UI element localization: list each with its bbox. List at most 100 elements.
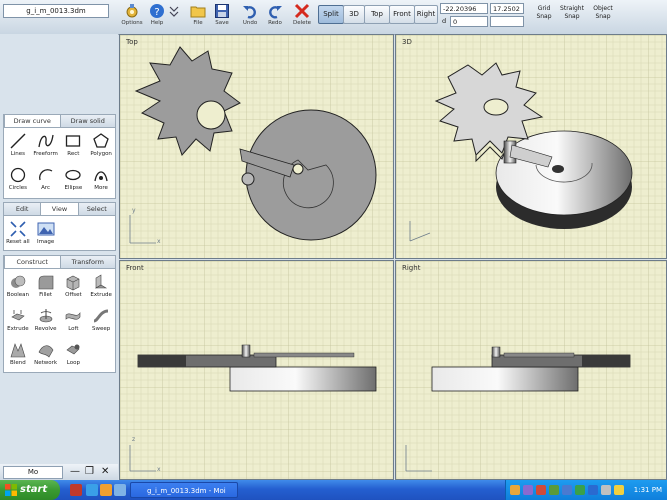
offset-icon [67, 275, 80, 291]
grid-snap-toggle[interactable]: Grid Snap [532, 5, 556, 21]
restore-icon[interactable]: ❐ [85, 465, 94, 478]
view-front-button[interactable]: Front [389, 5, 415, 24]
delete-label: Delete [292, 20, 312, 26]
coord-d-field[interactable] [490, 16, 524, 27]
revolve-tool[interactable]: Revolve [32, 303, 60, 337]
extrude-face-label: Extrude [90, 292, 112, 298]
blend-icon [10, 343, 26, 358]
view-top-button[interactable]: Top [364, 5, 390, 24]
undo-button[interactable]: Undo [238, 2, 262, 32]
options-icon [126, 4, 138, 18]
right-view-canvas [396, 261, 666, 479]
volume-icon[interactable] [614, 485, 624, 495]
view-tabs: Edit View Select [4, 203, 115, 216]
freeform-tool[interactable]: Freeform [32, 128, 60, 162]
folder-icon [190, 6, 206, 18]
straight-snap-toggle[interactable]: Straight Snap [557, 5, 587, 21]
reset-all-icon [10, 221, 26, 237]
tab-draw-curve[interactable]: Draw curve [4, 115, 61, 127]
arc-tool[interactable]: Arc [32, 162, 60, 196]
tray-icon[interactable] [549, 485, 559, 495]
viewport-3d[interactable]: 3D [395, 34, 667, 259]
start-button[interactable]: start [0, 480, 60, 500]
extrude-face-icon [95, 274, 108, 289]
tray-icon[interactable] [601, 485, 611, 495]
coord-z-field[interactable]: 17.2502 [490, 3, 524, 14]
draw-palette: Draw curve Draw solid Lines Freeform Rec… [3, 114, 116, 199]
quicklaunch-desktop-icon[interactable] [114, 484, 126, 496]
viewport-front-label: Front [126, 264, 144, 272]
options-button[interactable]: Options [120, 2, 144, 32]
tray-icon[interactable] [588, 485, 598, 495]
more-tool[interactable]: More [87, 162, 115, 196]
tab-view[interactable]: View [40, 203, 79, 215]
fillet-tool[interactable]: Fillet [32, 269, 60, 303]
fillet-label: Fillet [39, 292, 53, 298]
rect-label: Rect [67, 151, 80, 157]
tray-icon[interactable] [575, 485, 585, 495]
rect-tool[interactable]: Rect [60, 128, 88, 162]
grid-snap-top: Grid [537, 5, 551, 12]
blend-tool[interactable]: Blend [4, 337, 32, 371]
tray-icon[interactable] [536, 485, 546, 495]
quicklaunch-app-icon[interactable] [70, 484, 82, 496]
view-right-button[interactable]: Right [414, 5, 438, 24]
network-tool[interactable]: Network [32, 337, 60, 371]
view-3d-button[interactable]: 3D [343, 5, 365, 24]
minimize-icon[interactable]: — [70, 465, 80, 478]
coord-y-field[interactable]: 0 [450, 16, 488, 27]
tab-construct[interactable]: Construct [4, 256, 61, 268]
clock[interactable]: 1:31 PM [634, 480, 662, 500]
viewport-front[interactable]: Front z x [119, 260, 394, 480]
file-button[interactable]: File [186, 2, 210, 32]
minimized-panel: Mo — ❐ ✕ [0, 464, 118, 480]
tray-icon[interactable] [562, 485, 572, 495]
loft-tool[interactable]: Loft [60, 303, 88, 337]
viewport-top[interactable]: Top y x [119, 34, 394, 259]
view-split-button[interactable]: Split [318, 5, 344, 24]
tab-draw-solid[interactable]: Draw solid [61, 115, 116, 127]
sweep-label: Sweep [92, 326, 111, 332]
file-name-field[interactable]: g_i_m_0013.3dm [3, 4, 109, 18]
save-button[interactable]: Save [210, 2, 234, 32]
reset-all-tool[interactable]: Reset all [4, 216, 32, 250]
offset-tool[interactable]: Offset [60, 269, 88, 303]
quicklaunch-browser-icon[interactable] [86, 484, 98, 496]
coord-x-field[interactable]: -22.20396 [440, 3, 488, 14]
ellipse-tool[interactable]: Ellipse [60, 162, 88, 196]
chevron-expand-button[interactable] [167, 2, 181, 32]
offset-label: Offset [65, 292, 82, 298]
boolean-label: Boolean [6, 292, 30, 298]
tab-edit[interactable]: Edit [4, 203, 40, 215]
redo-button[interactable]: Redo [263, 2, 287, 32]
taskbar-item-moi[interactable]: g_i_m_0013.3dm - Moi [130, 482, 238, 498]
start-label: start [20, 484, 48, 495]
tab-transform[interactable]: Transform [61, 256, 116, 268]
delete-button[interactable]: Delete [290, 2, 314, 32]
lines-tool[interactable]: Lines [4, 128, 32, 162]
loop-tool[interactable]: Loop [60, 337, 88, 371]
tray-icon[interactable] [523, 485, 533, 495]
quicklaunch-folder-icon[interactable] [100, 484, 112, 496]
polygon-tool[interactable]: Polygon [87, 128, 115, 162]
sweep-tool[interactable]: Sweep [87, 303, 115, 337]
viewport-right-label: Right [402, 264, 421, 272]
boolean-tool[interactable]: Boolean [4, 269, 32, 303]
straight-snap-top: Straight [560, 5, 584, 12]
image-tool[interactable]: Image [32, 216, 60, 250]
viewport-right[interactable]: Right [395, 260, 667, 480]
object-snap-toggle[interactable]: Object Snap [589, 5, 617, 21]
close-icon[interactable]: ✕ [101, 465, 109, 478]
polygon-label: Polygon [90, 151, 112, 157]
circles-tool[interactable]: Circles [4, 162, 32, 196]
minimized-label[interactable]: Mo [3, 466, 63, 479]
tab-select[interactable]: Select [79, 203, 115, 215]
extrude-tool[interactable]: Extrude [4, 303, 32, 337]
extrude-face-tool[interactable]: Extrude [87, 269, 115, 303]
more-label: More [94, 185, 108, 191]
tray-icon[interactable] [510, 485, 520, 495]
redo-label: Redo [268, 20, 282, 26]
chevron-double-down-icon [169, 6, 179, 17]
loft-label: Loft [68, 326, 79, 332]
help-button[interactable]: ? Help [145, 2, 169, 32]
